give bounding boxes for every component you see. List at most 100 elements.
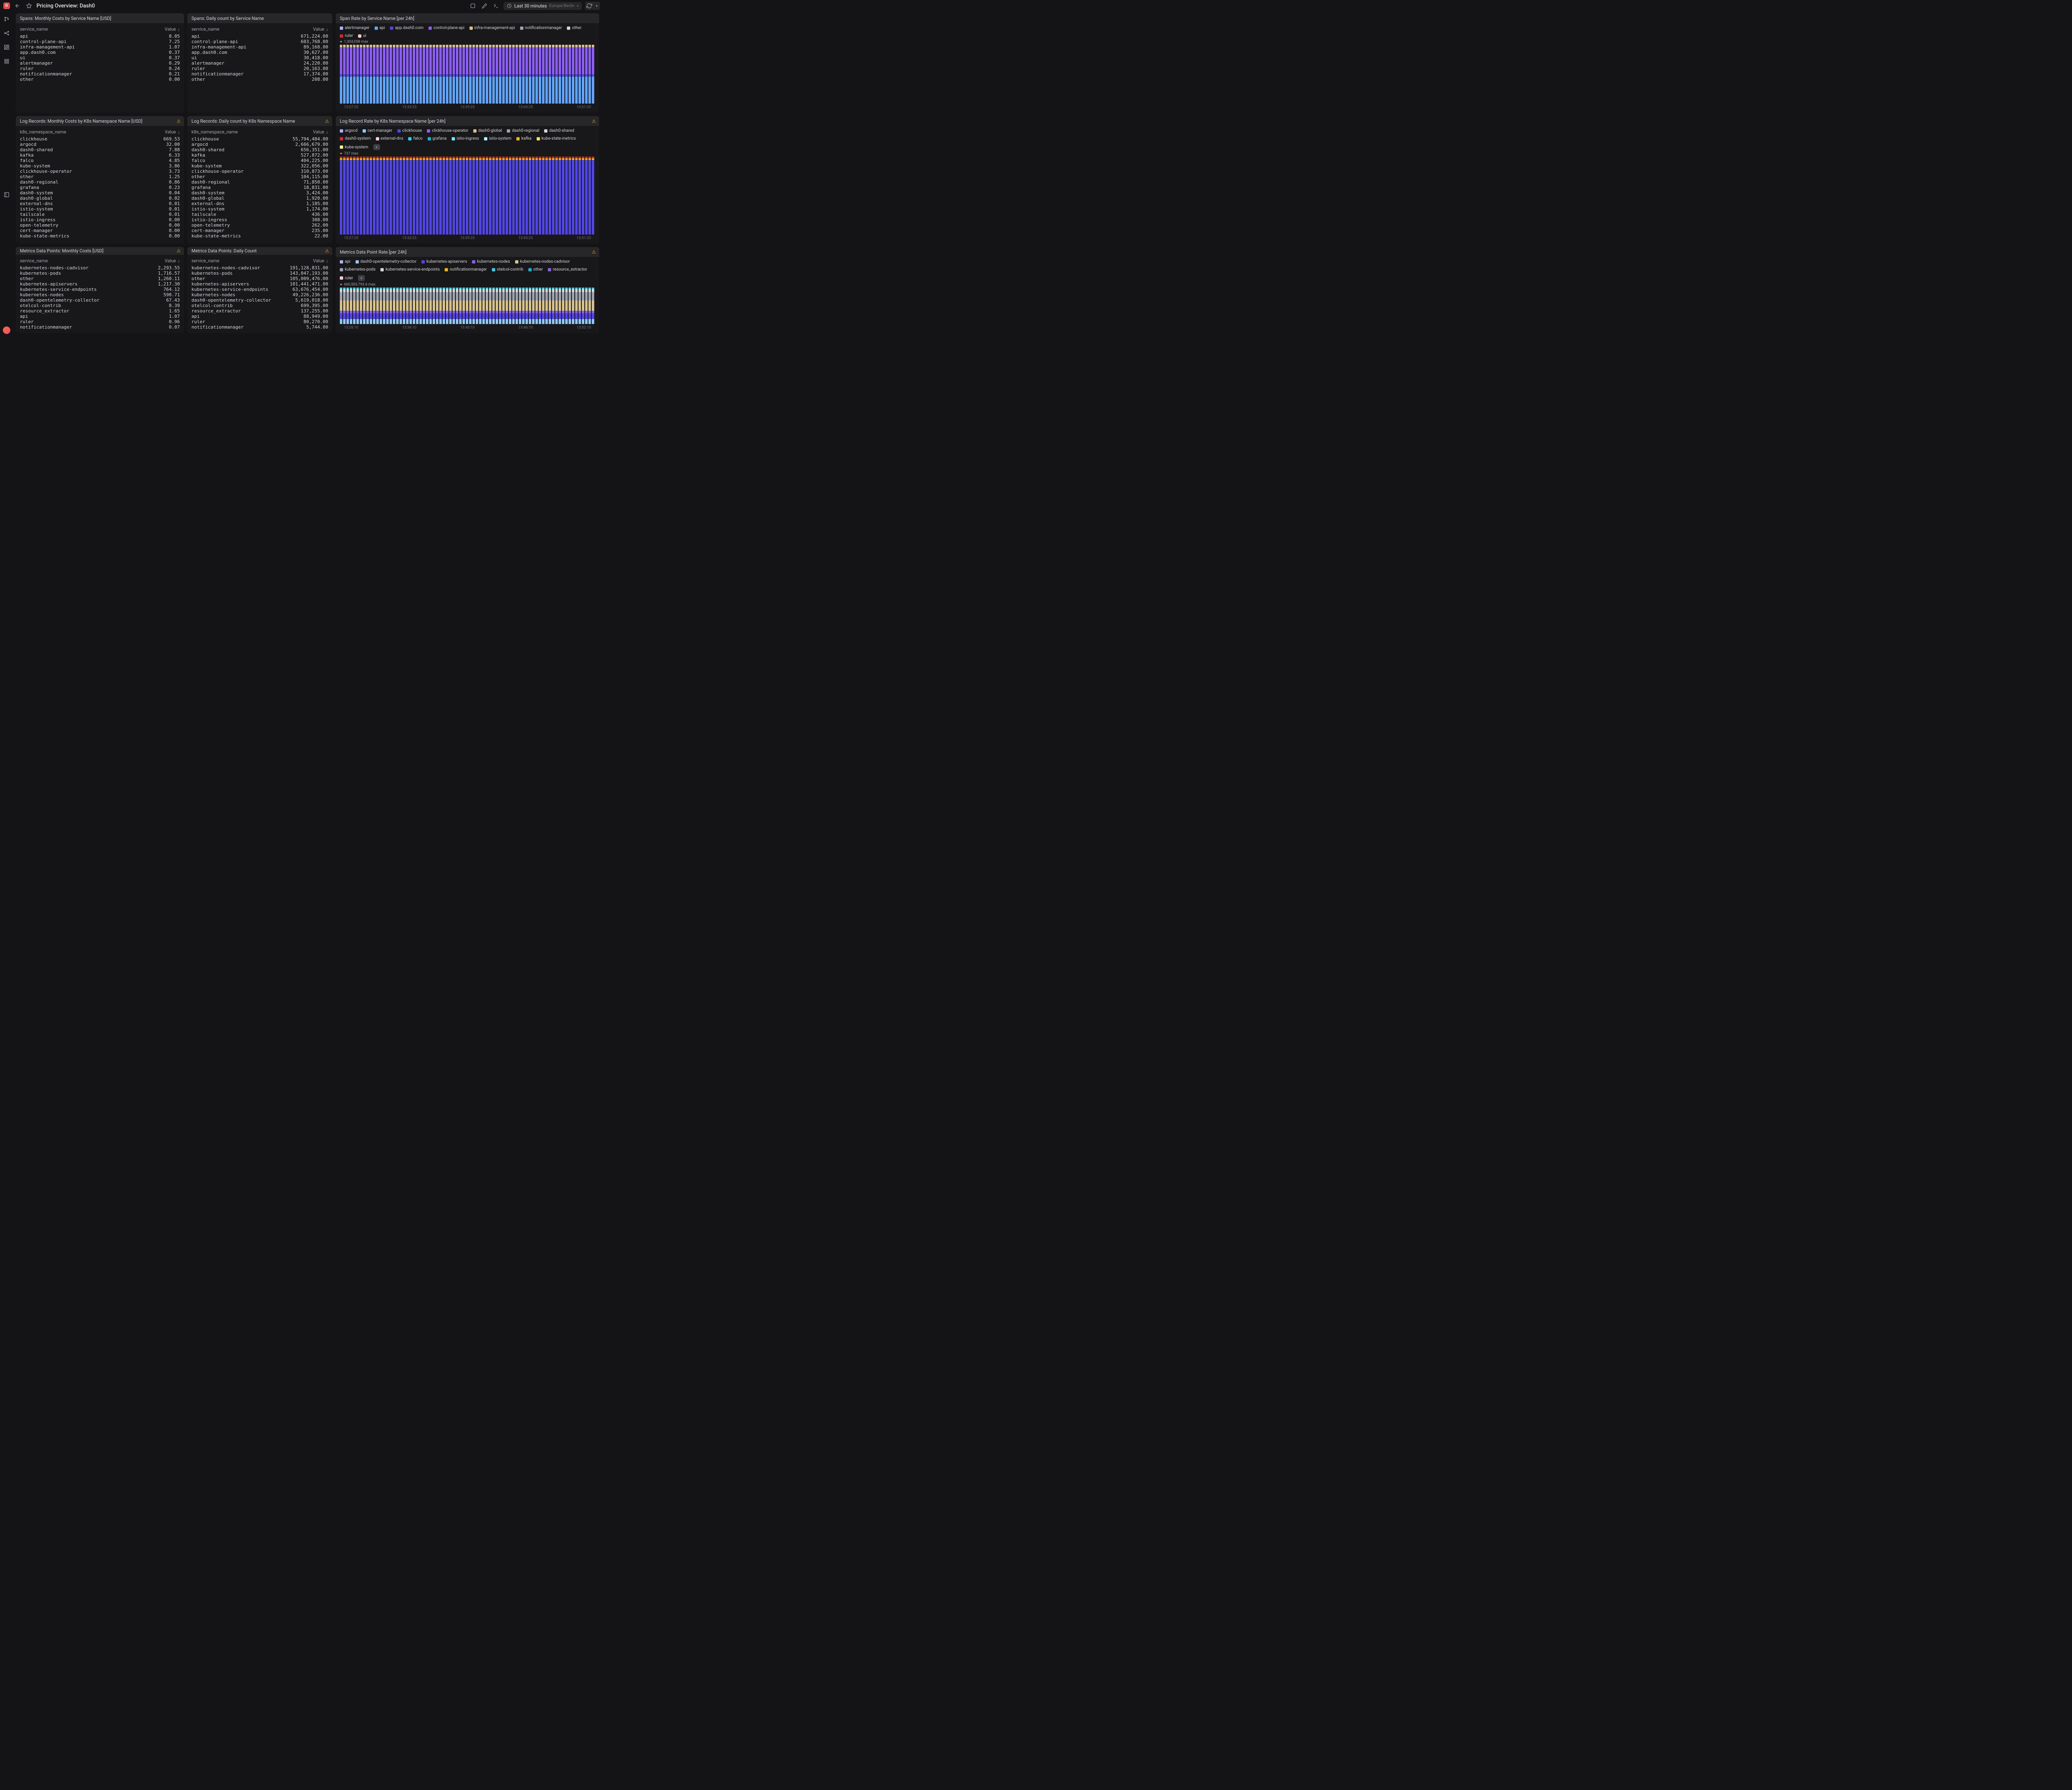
table-row[interactable]: ruler0.96 (20, 319, 180, 324)
table-row[interactable]: kubernetes-apiservers101,441,471.00 (191, 281, 328, 287)
table-row[interactable]: clickhouse-operator3.73 (20, 169, 180, 174)
table-row[interactable]: other208.00 (191, 77, 328, 82)
legend-item[interactable]: istio-ingress (452, 136, 479, 141)
panel-title[interactable]: Metrics Data Points: Monthly Costs [USD]… (16, 247, 184, 255)
chart-span-rate[interactable]: 1,304,058 max (340, 40, 595, 104)
table-row[interactable]: kube-system3.86 (20, 163, 180, 169)
column-header-value[interactable]: Value↓ (287, 258, 328, 264)
nav-branches[interactable] (2, 15, 11, 23)
warning-icon[interactable]: ⚠ (177, 248, 181, 254)
warning-icon[interactable]: ⚠ (592, 249, 596, 255)
table-row[interactable]: argocd32.00 (20, 142, 180, 147)
table-row[interactable]: cert-manager235.00 (191, 228, 328, 233)
panel-title[interactable]: Log Records: Daily count by K8s Namespac… (187, 116, 332, 126)
table-row[interactable]: kubernetes-nodes590.71 (20, 292, 180, 298)
table-row[interactable]: ui30,418.00 (191, 55, 328, 60)
table-row[interactable]: control-plane-api603,768.00 (191, 39, 328, 44)
table-row[interactable]: istio-ingress0.00 (20, 217, 180, 223)
table-row[interactable]: dash0-system0.04 (20, 190, 180, 196)
fullscreen-button[interactable] (469, 2, 477, 10)
chart-metrics-rate[interactable]: 660,503,793.6 max (340, 283, 595, 324)
legend-item[interactable]: api (375, 26, 385, 30)
table-row[interactable]: external-dns0.01 (20, 201, 180, 206)
legend-item[interactable]: kafka (516, 136, 532, 141)
table-row[interactable]: ruler0.24 (20, 66, 180, 71)
table-row[interactable]: infra-management-api1.07 (20, 44, 180, 50)
table-row[interactable]: otelcol-contrib8.39 (20, 303, 180, 308)
table-row[interactable]: external-dns1,185.00 (191, 201, 328, 206)
nav-apps[interactable] (2, 57, 11, 65)
column-header-value[interactable]: Value↓ (287, 129, 328, 135)
table-row[interactable]: falco4.85 (20, 158, 180, 163)
panel-title[interactable]: Metrics Data Point Rate [per 24h]⚠ (336, 247, 599, 257)
table-row[interactable]: istio-system1,174.00 (191, 206, 328, 212)
legend-expand-button[interactable]: ▾ (373, 144, 380, 150)
legend-item[interactable]: clickhouse (397, 128, 422, 133)
table-row[interactable]: clickhouse-operator310,873.00 (191, 169, 328, 174)
table-row[interactable]: tailscale436.00 (191, 212, 328, 217)
legend-item[interactable]: ruler (340, 34, 353, 38)
table-row[interactable]: otelcol-contrib699,395.00 (191, 303, 328, 308)
legend-item[interactable]: notificationmanager (445, 267, 487, 272)
table-row[interactable]: alertmanager24,220.00 (191, 60, 328, 66)
warning-icon[interactable]: ⚠ (325, 248, 329, 254)
terminal-button[interactable] (492, 2, 500, 10)
legend-item[interactable]: kube-state-metrics (537, 136, 576, 141)
legend-item[interactable]: dash0-global (473, 128, 502, 133)
table-row[interactable]: kubernetes-apiservers1,217.30 (20, 281, 180, 287)
refresh-button[interactable] (585, 2, 593, 10)
warning-icon[interactable]: ⚠ (325, 119, 329, 124)
table-row[interactable]: kubernetes-service-endpoints63,676,454.0… (191, 287, 328, 292)
table-row[interactable]: api88,949.00 (191, 314, 328, 319)
panel-title[interactable]: Log Records: Monthly Costs by K8s Namesp… (16, 116, 184, 126)
column-header-name[interactable]: service_name (191, 27, 287, 32)
table-row[interactable]: infra-management-api89,168.00 (191, 44, 328, 50)
column-header-name[interactable]: service_name (20, 258, 138, 264)
legend-item[interactable]: dash0-system (340, 136, 371, 141)
table-row[interactable]: istio-ingress308.00 (191, 217, 328, 223)
table-row[interactable]: open-telemetry0.00 (20, 223, 180, 228)
table-row[interactable]: kafka527,872.00 (191, 152, 328, 158)
table-row[interactable]: ruler80,270.00 (191, 319, 328, 324)
edit-button[interactable] (480, 2, 489, 10)
table-row[interactable]: dash0-global0.02 (20, 196, 180, 201)
table-row[interactable]: control-plane-api7.25 (20, 39, 180, 44)
table-row[interactable]: kubernetes-nodes49,226,236.00 (191, 292, 328, 298)
panel-title[interactable]: Spans: Monthly Costs by Service Name [US… (16, 13, 184, 23)
legend-item[interactable]: dash0-shared (544, 128, 574, 133)
column-header-value[interactable]: Value↓ (138, 27, 180, 32)
legend-item[interactable]: kubernetes-pods (340, 267, 375, 272)
table-row[interactable]: kafka6.33 (20, 152, 180, 158)
star-button[interactable] (25, 2, 33, 10)
table-row[interactable]: kubernetes-service-endpoints764.12 (20, 287, 180, 292)
legend-item[interactable]: dash0-opentelemetry-collector (356, 259, 417, 264)
table-row[interactable]: app.dash0.com0.37 (20, 50, 180, 55)
table-row[interactable]: kube-state-metrics0.00 (20, 233, 180, 239)
table-row[interactable]: notificationmanager0.21 (20, 71, 180, 77)
avatar[interactable] (3, 327, 10, 334)
table-row[interactable]: other1.25 (20, 174, 180, 179)
table-row[interactable]: other105,009,476.00 (191, 276, 328, 281)
table-row[interactable]: notificationmanager17,374.00 (191, 71, 328, 77)
legend-expand-button[interactable]: ▾ (358, 275, 365, 281)
legend-item[interactable]: external-dns (376, 136, 404, 141)
panel-title[interactable]: Log Record Rate by K8s Namespace Name [p… (336, 116, 599, 126)
table-row[interactable]: istio-system0.01 (20, 206, 180, 212)
legend-item[interactable]: dash0-regional (507, 128, 539, 133)
legend-item[interactable]: ui (358, 34, 366, 38)
legend-item[interactable]: kubernetes-service-endpoints (380, 267, 440, 272)
table-row[interactable]: kubernetes-pods1,716.57 (20, 271, 180, 276)
panel-title[interactable]: Metrics Data Points: Daily Count⚠ (187, 247, 332, 255)
table-row[interactable]: kube-state-metrics22.00 (191, 233, 328, 239)
table-row[interactable]: api8.05 (20, 34, 180, 39)
legend-item[interactable]: other (528, 267, 543, 272)
legend-item[interactable]: infra-management-api (470, 26, 515, 30)
table-row[interactable]: notificationmanager5,744.00 (191, 324, 328, 330)
table-row[interactable]: clickhouse55,794,484.00 (191, 136, 328, 142)
table-row[interactable]: dash0-global1,920.00 (191, 196, 328, 201)
legend-item[interactable]: ruler (340, 276, 353, 281)
table-row[interactable]: grafana0.23 (20, 185, 180, 190)
nav-network[interactable] (2, 29, 11, 37)
time-range-picker[interactable]: Last 30 minutes Europe/Berlin ▾ (503, 2, 582, 10)
column-header-value[interactable]: Value↓ (138, 258, 180, 264)
